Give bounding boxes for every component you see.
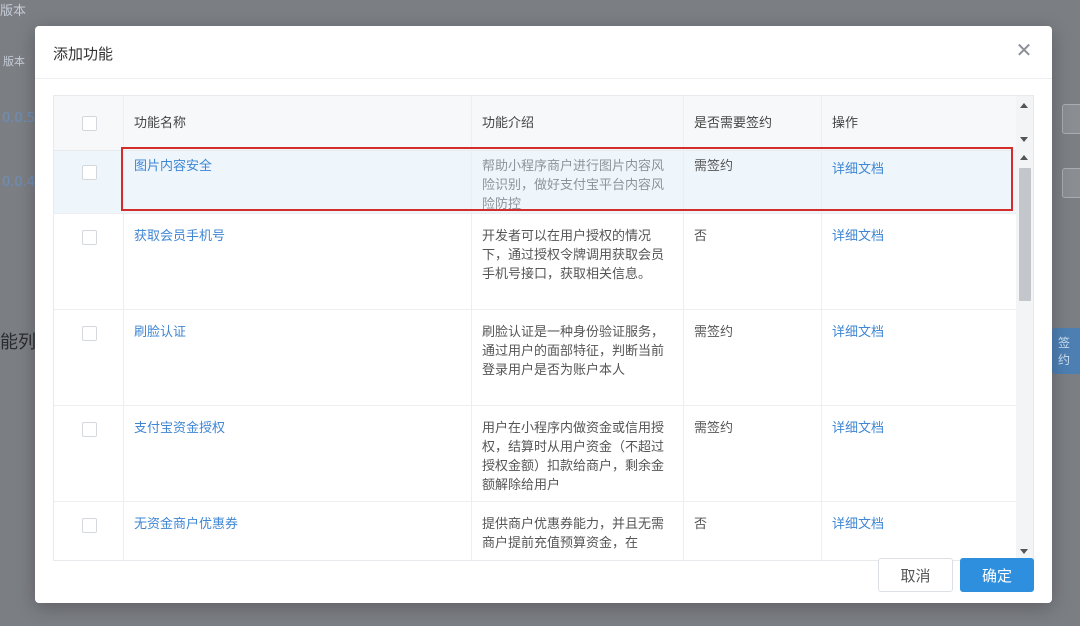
sign-required: 需签约 bbox=[684, 151, 822, 213]
scroll-down-icon[interactable] bbox=[1020, 137, 1028, 142]
detail-doc-link[interactable]: 详细文档 bbox=[822, 502, 1018, 560]
add-feature-dialog: 添加功能 ✕ 功能名称 功能介绍 是否需要签约 操作 图片内容安全 帮助小程序商… bbox=[35, 26, 1052, 603]
row-select-cell bbox=[54, 406, 124, 501]
feature-table: 功能名称 功能介绍 是否需要签约 操作 图片内容安全 帮助小程序商户进行图片内容… bbox=[53, 95, 1034, 561]
background-version-link: 0.0.5 bbox=[2, 111, 36, 126]
row-checkbox[interactable] bbox=[82, 165, 97, 180]
cancel-button[interactable]: 取消 bbox=[878, 558, 953, 592]
row-select-cell bbox=[54, 310, 124, 405]
detail-doc-link[interactable]: 详细文档 bbox=[822, 151, 1018, 213]
background-section-title: 能列 bbox=[0, 332, 36, 353]
background-sign-pill: 签约 bbox=[1052, 328, 1080, 374]
scroll-up-icon[interactable] bbox=[1020, 155, 1028, 160]
background-button bbox=[1062, 104, 1080, 134]
table-body: 图片内容安全 帮助小程序商户进行图片内容风险识别，做好支付宝平台内容风险防控 需… bbox=[54, 151, 1018, 560]
select-all-header bbox=[54, 96, 124, 151]
dialog-title: 添加功能 bbox=[53, 45, 114, 63]
scroll-up-icon[interactable] bbox=[1020, 103, 1028, 108]
row-checkbox[interactable] bbox=[82, 518, 97, 533]
select-all-checkbox[interactable] bbox=[82, 116, 97, 131]
feature-name-link[interactable]: 无资金商户优惠券 bbox=[124, 502, 472, 560]
header-name: 功能名称 bbox=[124, 96, 472, 151]
table-header: 功能名称 功能介绍 是否需要签约 操作 bbox=[54, 96, 1018, 151]
background-version-link: 0.0.4 bbox=[2, 175, 36, 190]
scrollbar-thumb[interactable] bbox=[1019, 168, 1031, 301]
close-icon[interactable]: ✕ bbox=[1014, 39, 1034, 61]
table-row[interactable]: 获取会员手机号 开发者可以在用户授权的情况下，通过授权令牌调用获取会员手机号接口… bbox=[54, 214, 1018, 310]
feature-intro: 用户在小程序内做资金或信用授权，结算时从用户资金（不超过授权金额）扣款给商户，剩… bbox=[472, 406, 684, 501]
table-row[interactable]: 无资金商户优惠券 提供商户优惠券能力，并且无需商户提前充值预算资金，在 否 详细… bbox=[54, 502, 1018, 560]
feature-name-link[interactable]: 支付宝资金授权 bbox=[124, 406, 472, 501]
header-action: 操作 bbox=[832, 116, 859, 131]
row-select-cell bbox=[54, 151, 124, 213]
row-checkbox[interactable] bbox=[82, 422, 97, 437]
table-scrollbar[interactable] bbox=[1016, 151, 1033, 560]
dialog-header: 添加功能 ✕ bbox=[35, 26, 1052, 79]
scroll-down-icon[interactable] bbox=[1020, 549, 1028, 554]
detail-doc-link[interactable]: 详细文档 bbox=[822, 214, 1018, 309]
feature-intro: 提供商户优惠券能力，并且无需商户提前充值预算资金，在 bbox=[472, 502, 684, 560]
sign-required: 否 bbox=[684, 502, 822, 560]
row-select-cell bbox=[54, 214, 124, 309]
header-intro: 功能介绍 bbox=[472, 96, 684, 151]
table-row[interactable]: 刷脸认证 刷脸认证是一种身份验证服务，通过用户的面部特征，判断当前登录用户是否为… bbox=[54, 310, 1018, 406]
background-top-text: 版本 bbox=[0, 4, 27, 19]
feature-name-link[interactable]: 刷脸认证 bbox=[124, 310, 472, 405]
feature-intro: 开发者可以在用户授权的情况下，通过授权令牌调用获取会员手机号接口，获取相关信息。 bbox=[472, 214, 684, 309]
table-row[interactable]: 支付宝资金授权 用户在小程序内做资金或信用授权，结算时从用户资金（不超过授权金额… bbox=[54, 406, 1018, 502]
background-left-label: 版本 bbox=[3, 55, 25, 68]
table-row[interactable]: 图片内容安全 帮助小程序商户进行图片内容风险识别，做好支付宝平台内容风险防控 需… bbox=[54, 151, 1018, 214]
header-sign: 是否需要签约 bbox=[684, 96, 822, 151]
feature-name-link[interactable]: 获取会员手机号 bbox=[124, 214, 472, 309]
feature-intro: 帮助小程序商户进行图片内容风险识别，做好支付宝平台内容风险防控 bbox=[472, 151, 684, 213]
confirm-button[interactable]: 确定 bbox=[960, 558, 1034, 592]
detail-doc-link[interactable]: 详细文档 bbox=[822, 310, 1018, 405]
sign-required: 否 bbox=[684, 214, 822, 309]
feature-intro: 刷脸认证是一种身份验证服务，通过用户的面部特征，判断当前登录用户是否为账户本人 bbox=[472, 310, 684, 405]
sign-required: 需签约 bbox=[684, 310, 822, 405]
header-scrollbar[interactable] bbox=[1016, 96, 1033, 151]
row-checkbox[interactable] bbox=[82, 230, 97, 245]
sign-required: 需签约 bbox=[684, 406, 822, 501]
detail-doc-link[interactable]: 详细文档 bbox=[822, 406, 1018, 501]
row-checkbox[interactable] bbox=[82, 326, 97, 341]
background-button bbox=[1062, 168, 1080, 198]
feature-name-link[interactable]: 图片内容安全 bbox=[124, 151, 472, 213]
row-select-cell bbox=[54, 502, 124, 560]
